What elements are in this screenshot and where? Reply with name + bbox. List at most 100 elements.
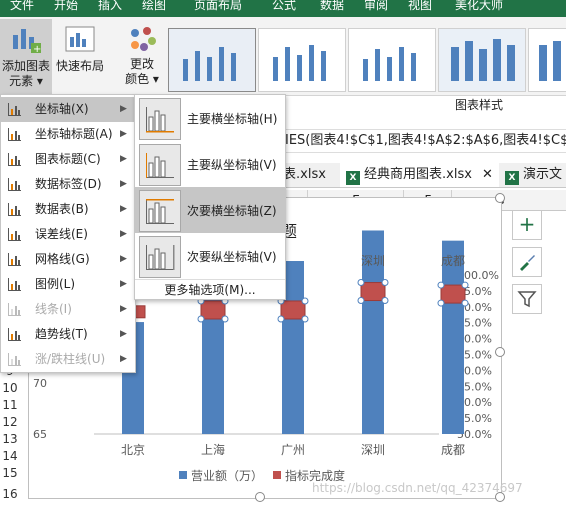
workbook-tab-2[interactable]: X 经典商用图表.xlsx ✕	[340, 163, 499, 187]
data-labels-icon	[8, 178, 21, 191]
chart-style-thumb-2[interactable]	[258, 28, 346, 92]
submenu-arrow-icon: ▶	[120, 129, 127, 139]
menu-item[interactable]: 涨/跌柱线(U) ▶	[1, 347, 135, 372]
menu-item[interactable]: 数据标签(D) ▶	[1, 172, 135, 197]
left-axis-tick-label: 65	[33, 428, 47, 441]
menu-item[interactable]: 图表标题(C) ▶	[1, 147, 135, 172]
selection-handle[interactable]	[301, 315, 309, 323]
resize-handle[interactable]	[495, 193, 505, 203]
top-axis-category-label: 成都	[441, 254, 465, 268]
ribbon-tab[interactable]: 页面布局	[176, 0, 260, 17]
excel-file-icon: X	[505, 171, 519, 185]
row-header[interactable]: 15	[0, 466, 20, 483]
more-axis-options[interactable]: 更多轴选项(M)...	[135, 279, 285, 300]
submenu-arrow-icon: ▶	[120, 304, 127, 314]
workbook-tab-3[interactable]: X 演示文	[505, 163, 562, 187]
menu-item[interactable]: 网格线(G) ▶	[1, 247, 135, 272]
trendline-icon	[8, 328, 21, 341]
workbook-tab-label: 表.xlsx	[283, 167, 326, 182]
menu-item[interactable]: 误差线(E) ▶	[1, 222, 135, 247]
ribbon-tab[interactable]: 视图	[396, 0, 444, 17]
ribbon-tab[interactable]: 公式	[260, 0, 308, 17]
watermark: https://blog.csdn.net/qq_42374697	[312, 481, 523, 495]
add-chart-element-icon: +	[13, 29, 41, 55]
menu-item-label: 坐标轴标题(A)	[35, 127, 113, 141]
chart-elements-button[interactable]: +	[512, 210, 542, 240]
legend-label: 营业额（万）	[191, 469, 263, 483]
selection-handle[interactable]	[301, 297, 309, 305]
selection-handle[interactable]	[437, 299, 445, 307]
ribbon-body: + 添加图表 元素 ▾ 快速布局 更改 颜色 ▾	[0, 17, 566, 96]
change-colors-button[interactable]: 更改 颜色 ▾	[118, 25, 166, 95]
svg-text:+: +	[33, 44, 41, 55]
axis-option-item[interactable]: 次要纵坐标轴(V)	[135, 233, 285, 279]
menu-item[interactable]: 坐标轴标题(A) ▶	[1, 122, 135, 147]
ribbon-tab[interactable]: 绘图	[132, 0, 176, 17]
axis-option-icon	[139, 98, 181, 140]
row-header[interactable]: 10	[0, 381, 20, 398]
menu-item[interactable]: 线条(I) ▶	[1, 297, 135, 322]
selection-handle[interactable]	[381, 297, 389, 305]
completion-marker[interactable]	[360, 282, 386, 302]
menu-item[interactable]: 坐标轴(X) ▶	[1, 97, 135, 122]
top-axis-category-label: 深圳	[361, 254, 385, 268]
row-header[interactable]: 13	[0, 432, 20, 449]
chart-style-thumb-4[interactable]	[438, 28, 526, 92]
axis-option-item[interactable]: 次要横坐标轴(Z)	[135, 187, 285, 233]
chart-style-preview-icon	[451, 39, 515, 81]
selection-handle[interactable]	[461, 299, 469, 307]
ribbon-tab[interactable]: 数据	[308, 0, 356, 17]
row-header[interactable]: 12	[0, 415, 20, 432]
selection-handle[interactable]	[461, 281, 469, 289]
category-label: 深圳	[361, 443, 385, 457]
completion-marker[interactable]	[280, 300, 306, 320]
row-header[interactable]: 11	[0, 398, 20, 415]
bar[interactable]	[442, 240, 464, 434]
selection-handle[interactable]	[221, 315, 229, 323]
menu-item[interactable]: 趋势线(T) ▶	[1, 322, 135, 347]
resize-handle[interactable]	[495, 347, 505, 357]
quick-layout-button[interactable]: 快速布局	[54, 19, 106, 79]
ribbon-tab[interactable]: 审阅	[356, 0, 396, 17]
menu-item-label: 图表标题(C)	[35, 152, 101, 166]
workbook-tab-label: 经典商用图表.xlsx	[364, 167, 472, 182]
axis-submenu: 更多轴选项(M)... 主要横坐标轴(H) 主要纵坐标轴(V) 次要横坐标轴(Z) 次…	[134, 94, 286, 300]
chart-styles-button[interactable]	[512, 247, 542, 277]
add-chart-element-label: 添加图表	[1, 59, 50, 73]
selection-handle[interactable]	[277, 315, 285, 323]
menu-item[interactable]: 图例(L) ▶	[1, 272, 135, 297]
chart-style-thumb-1[interactable]	[168, 28, 256, 92]
close-tab-icon[interactable]: ✕	[482, 167, 493, 182]
add-chart-element-label2: 元素 ▾	[9, 74, 43, 88]
row-header[interactable]: 16	[0, 487, 20, 504]
submenu-arrow-icon: ▶	[120, 329, 127, 339]
ribbon-tab[interactable]: 美化大师	[444, 0, 514, 17]
selection-handle[interactable]	[197, 315, 205, 323]
chart-filters-button[interactable]	[512, 284, 542, 314]
axis-option-icon	[139, 190, 181, 232]
selection-handle[interactable]	[357, 279, 365, 287]
quick-layout-icon	[65, 26, 95, 52]
selection-handle[interactable]	[357, 297, 365, 305]
selection-handle[interactable]	[437, 281, 445, 289]
selection-handle[interactable]	[381, 279, 389, 287]
add-chart-element-button[interactable]: + 添加图表 元素 ▾	[0, 19, 52, 95]
workbook-tab-1[interactable]: 表.xlsx	[283, 163, 326, 187]
submenu-arrow-icon: ▶	[120, 204, 127, 214]
ribbon-tab[interactable]: 插入	[88, 0, 132, 17]
chart-style-thumb-5[interactable]	[528, 28, 566, 92]
row-header[interactable]: 14	[0, 449, 20, 466]
chart-style-thumb-3[interactable]	[348, 28, 436, 92]
axis-option-label: 主要纵坐标轴(V)	[187, 158, 277, 172]
completion-marker[interactable]	[200, 300, 226, 320]
quick-layout-label: 快速布局	[55, 59, 104, 73]
add-chart-element-menu: 坐标轴(X) ▶ 坐标轴标题(A) ▶ 图表标题(C) ▶ 数据标签(D) ▶ 数据表(B) ▶ 误…	[0, 94, 136, 373]
completion-marker[interactable]	[440, 284, 466, 304]
resize-handle[interactable]	[255, 492, 265, 502]
menu-item[interactable]: 数据表(B) ▶	[1, 197, 135, 222]
ribbon-tab[interactable]: 文件	[0, 0, 44, 17]
axis-option-item[interactable]: 主要横坐标轴(H)	[135, 95, 285, 141]
palette-icon	[131, 27, 156, 51]
axis-option-item[interactable]: 主要纵坐标轴(V)	[135, 141, 285, 187]
ribbon-tab[interactable]: 开始	[44, 0, 88, 17]
